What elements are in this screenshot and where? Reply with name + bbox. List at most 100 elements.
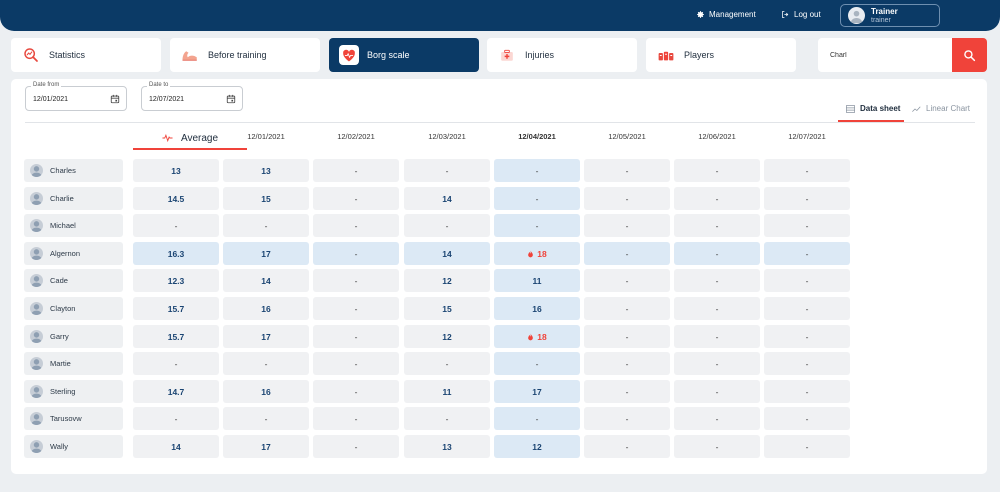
borg-value: -	[445, 358, 449, 369]
borg-value: -	[805, 358, 809, 369]
gear-icon	[697, 11, 704, 18]
player-row-name[interactable]: Cade	[24, 269, 123, 292]
borg-value-cell: -	[494, 187, 580, 210]
borg-value: -	[715, 165, 719, 176]
avatar-icon	[30, 412, 43, 425]
borg-value: 14	[442, 193, 452, 204]
borg-value: -	[805, 165, 809, 176]
user-name: Trainer	[871, 6, 898, 16]
borg-value: -	[805, 275, 809, 286]
borg-value-cell: 18	[494, 325, 580, 348]
calendar-icon[interactable]	[226, 94, 236, 104]
average-value: -	[174, 220, 178, 231]
borg-value: -	[625, 386, 629, 397]
borg-value: 12	[442, 331, 452, 342]
borg-value-cell: -	[494, 407, 580, 430]
borg-value: -	[354, 193, 358, 204]
borg-value: 16	[532, 303, 542, 314]
average-value: 14	[171, 441, 181, 452]
date-column-header: 12/02/2021	[337, 132, 375, 141]
player-row-name[interactable]: Sterling	[24, 380, 123, 403]
date-column-header: 12/03/2021	[428, 132, 466, 141]
date-from-value: 12/01/2021	[33, 96, 69, 103]
date-to-field[interactable]: Date to 12/07/2021	[141, 82, 243, 111]
player-row-name[interactable]: Tarusovw	[24, 407, 123, 430]
borg-value-cell: 13	[404, 435, 490, 458]
borg-value-cell: -	[674, 325, 760, 348]
borg-value: -	[354, 441, 358, 452]
tab-linear-chart[interactable]: Linear Chart	[912, 104, 970, 113]
borg-value-cell: -	[674, 352, 760, 375]
borg-value: -	[535, 413, 539, 424]
avatar-icon	[30, 302, 43, 315]
borg-value-cell: 14	[404, 187, 490, 210]
borg-value-cell: -	[764, 214, 850, 237]
date-from-field[interactable]: Date from 12/01/2021	[25, 82, 127, 111]
average-cell: 14	[133, 435, 219, 458]
tab-data-sheet[interactable]: Data sheet	[846, 104, 900, 113]
borg-value-cell: 11	[494, 269, 580, 292]
search-button[interactable]	[952, 38, 987, 72]
player-row-name[interactable]: Algernon	[24, 242, 123, 265]
borg-value-cell: -	[584, 269, 670, 292]
player-row-name[interactable]: Garry	[24, 325, 123, 348]
borg-value: -	[264, 358, 268, 369]
borg-value: -	[625, 441, 629, 452]
tab-injuries[interactable]: Injuries	[487, 38, 637, 72]
borg-value: 16	[261, 386, 271, 397]
player-row-name[interactable]: Michael	[24, 214, 123, 237]
borg-value: -	[264, 220, 268, 231]
borg-value: -	[715, 248, 719, 259]
tab-data-sheet-label: Data sheet	[860, 104, 901, 113]
tab-players[interactable]: Players	[646, 38, 796, 72]
logout-link[interactable]: Log out	[781, 10, 821, 19]
date-column-header: 12/06/2021	[698, 132, 736, 141]
tab-borg-scale[interactable]: Borg scale	[329, 38, 479, 72]
borg-value-cell: -	[494, 214, 580, 237]
borg-value-cell: -	[223, 214, 309, 237]
borg-value: 18	[537, 248, 547, 259]
player-row-name[interactable]: Charles	[24, 159, 123, 182]
borg-value-cell: 16	[223, 297, 309, 320]
borg-value-cell: -	[584, 325, 670, 348]
tab-before-training[interactable]: Before training	[170, 38, 320, 72]
average-cell: 15.7	[133, 297, 219, 320]
average-cell: -	[133, 214, 219, 237]
player-row-name[interactable]: Martie	[24, 352, 123, 375]
player-row-name[interactable]: Clayton	[24, 297, 123, 320]
management-link[interactable]: Management	[696, 10, 756, 19]
borg-value-cell: -	[674, 269, 760, 292]
borg-value: -	[715, 331, 719, 342]
borg-value: -	[535, 220, 539, 231]
borg-value-cell: -	[223, 352, 309, 375]
borg-value-cell: -	[313, 380, 399, 403]
date-column-header: 12/04/2021	[518, 132, 556, 141]
borg-value: -	[625, 331, 629, 342]
borg-value: 15	[261, 193, 271, 204]
player-row-name[interactable]: Charlie	[24, 187, 123, 210]
borg-value: -	[625, 248, 629, 259]
player-name: Algernon	[50, 249, 81, 258]
borg-value-cell: -	[674, 159, 760, 182]
player-search-input[interactable]	[818, 38, 952, 72]
avatar-icon	[30, 192, 43, 205]
average-value: 12.3	[167, 275, 185, 286]
borg-value-cell: 15	[404, 297, 490, 320]
first-aid-kit-icon	[497, 45, 517, 65]
borg-value: -	[354, 386, 358, 397]
person-icon	[850, 10, 863, 23]
borg-value: -	[535, 165, 539, 176]
average-label: Average	[180, 132, 219, 144]
calendar-icon[interactable]	[110, 94, 120, 104]
borg-value: -	[805, 441, 809, 452]
user-avatar	[848, 7, 865, 24]
average-cell: -	[133, 352, 219, 375]
avatar-icon	[30, 330, 43, 343]
tab-statistics[interactable]: Statistics	[11, 38, 161, 72]
player-row-name[interactable]: Wally	[24, 435, 123, 458]
borg-value-cell: 12	[404, 269, 490, 292]
user-menu[interactable]: Trainer trainer	[840, 4, 940, 27]
borg-value-cell: -	[313, 325, 399, 348]
divider	[25, 122, 975, 123]
borg-value-cell: -	[584, 435, 670, 458]
